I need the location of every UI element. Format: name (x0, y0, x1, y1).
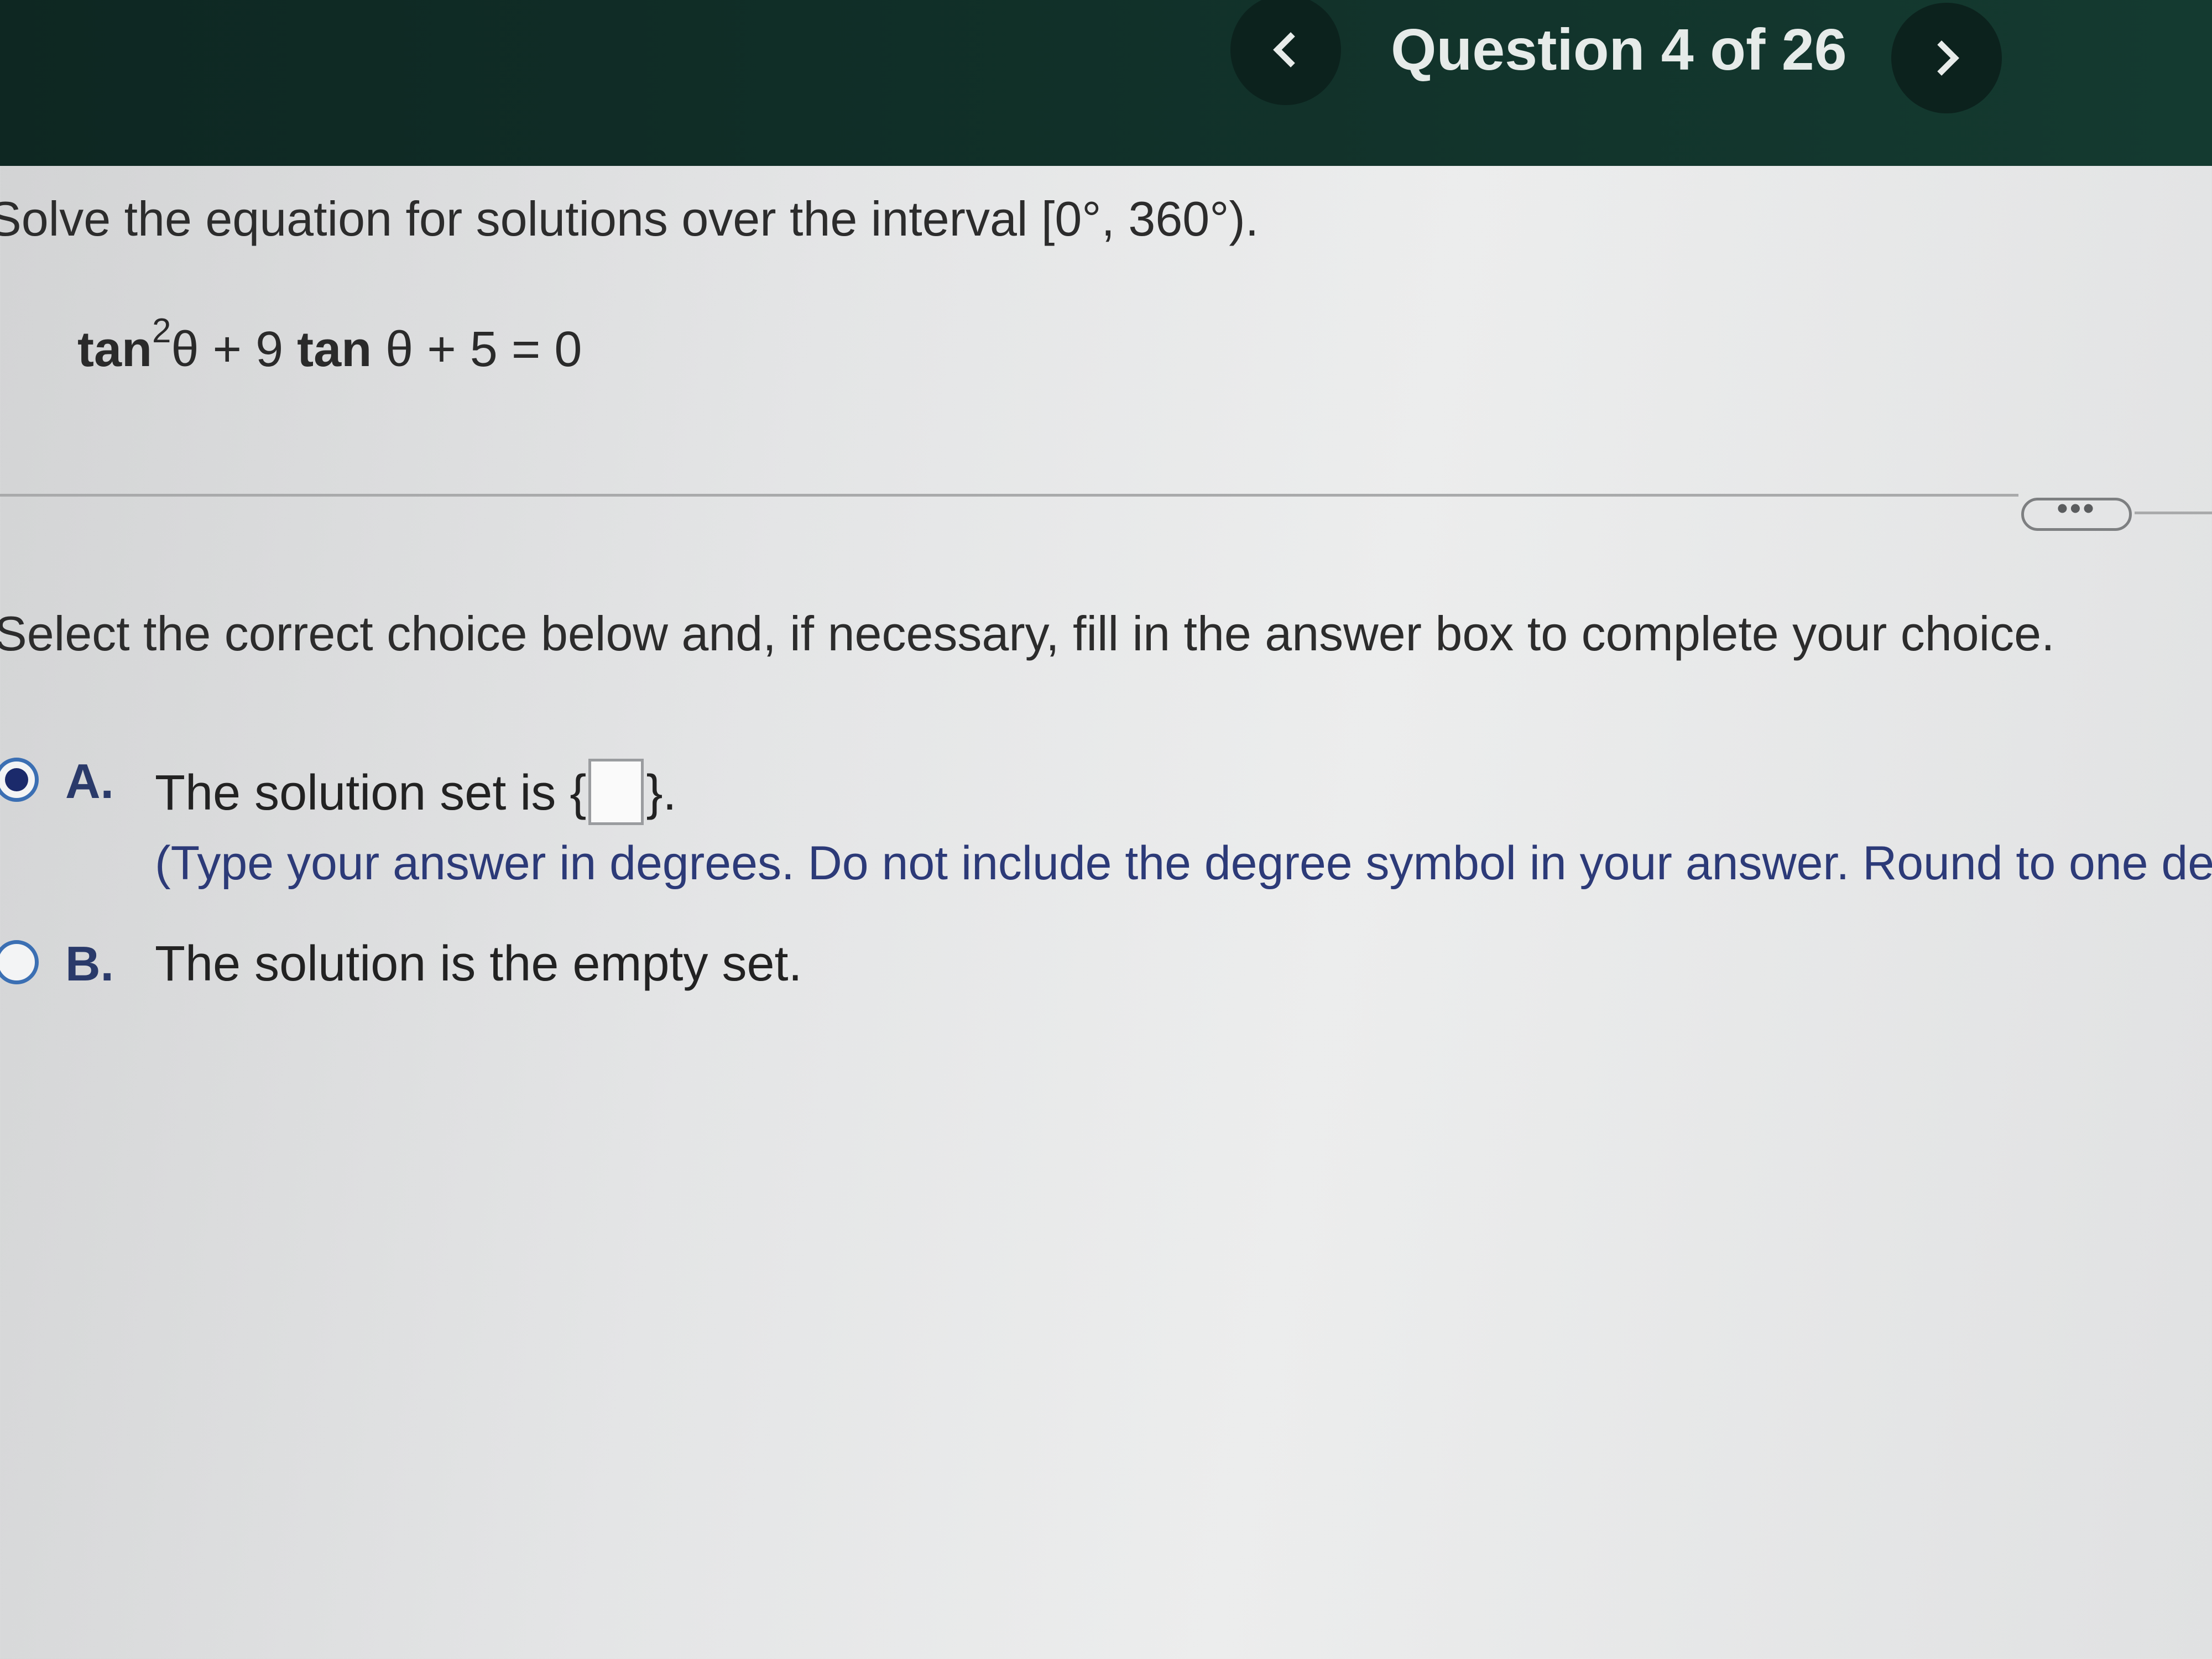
choice-a-letter: A. (65, 754, 114, 808)
equation: tan2θ + 9 tan θ + 5 = 0 (77, 312, 582, 378)
next-question-button[interactable] (1891, 3, 2002, 113)
previous-question-button[interactable] (1230, 0, 1341, 105)
chevron-left-icon (1273, 32, 1308, 67)
choice-a-radio[interactable] (0, 758, 39, 802)
equation-part: θ + 5 = 0 (372, 322, 582, 377)
section-divider (2135, 512, 2212, 514)
section-divider (0, 494, 2018, 497)
choice-a-text-before: The solution set is { (155, 765, 587, 821)
answer-hint: (Type your answer in degrees. Do not inc… (155, 837, 2212, 890)
choice-a-text-after: }. (646, 765, 677, 821)
equation-fn-tan: tan (77, 322, 152, 377)
more-options-button[interactable]: ••• (2021, 493, 2132, 531)
question-header: Question 4 of 26 (0, 0, 2212, 166)
equation-part: θ + 9 (171, 322, 298, 377)
equation-fn-tan: tan (297, 322, 372, 377)
question-counter: Question 4 of 26 (1391, 17, 1847, 82)
chevron-right-icon (1924, 40, 1959, 76)
answer-input-box[interactable] (588, 759, 644, 825)
choice-b-letter: B. (65, 936, 114, 991)
equation-exponent: 2 (152, 312, 171, 350)
question-prompt: Solve the equation for solutions over th… (0, 191, 1259, 246)
instruction-text: Select the correct choice below and, if … (0, 606, 2055, 661)
choice-b-radio[interactable] (0, 940, 39, 984)
choice-b-text: The solution is the empty set. (155, 936, 802, 992)
choice-a-text: The solution set is {}. (155, 759, 677, 830)
